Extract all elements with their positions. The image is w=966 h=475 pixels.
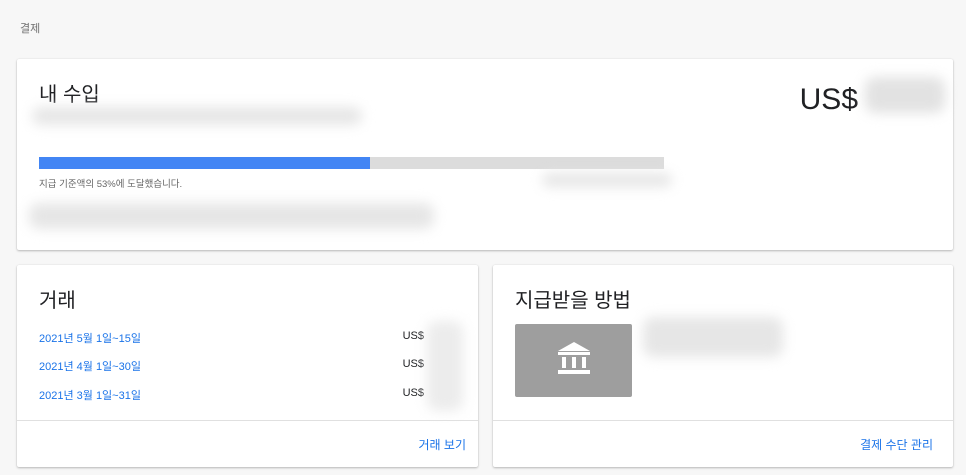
transaction-date-link[interactable]: 2021년 4월 1일~30일: [39, 361, 141, 373]
redacted-note: [29, 203, 434, 229]
transaction-amount: US$: [402, 358, 424, 370]
redacted-amount: [865, 77, 945, 113]
transaction-date-link[interactable]: 2021년 3월 1일~31일: [39, 390, 141, 402]
bank-account-tile: [515, 324, 632, 397]
payment-method-title: 지급받을 방법: [515, 290, 631, 312]
payout-progress-label: 지급 기준액의 53%에 도달했습니다.: [39, 179, 183, 190]
page-title: 결제: [20, 23, 41, 35]
transaction-row[interactable]: 2021년 4월 1일~30일 US$: [39, 358, 424, 374]
payment-method-card: 지급받을 방법 결제 수단 관리: [493, 265, 953, 467]
transactions-title: 거래: [39, 290, 76, 312]
earnings-currency: US$: [799, 83, 858, 116]
earnings-title: 내 수입: [39, 84, 100, 106]
transaction-amount: US$: [402, 387, 424, 399]
earnings-amount: US$: [800, 83, 858, 117]
card-divider: [17, 420, 478, 421]
redacted-subtitle: [32, 107, 362, 125]
card-divider: [493, 420, 953, 421]
manage-payment-methods-link[interactable]: 결제 수단 관리: [860, 436, 933, 453]
bank-icon: [558, 342, 590, 374]
redacted-account-details: [643, 317, 783, 357]
redacted-amounts: [427, 321, 463, 411]
transaction-amount: US$: [402, 330, 424, 342]
transactions-card: 거래 2021년 5월 1일~15일 US$ 2021년 4월 1일~30일 U…: [17, 265, 478, 467]
redacted-threshold: [542, 173, 672, 187]
transaction-row[interactable]: 2021년 3월 1일~31일 US$: [39, 387, 424, 403]
transaction-row[interactable]: 2021년 5월 1일~15일 US$: [39, 330, 424, 346]
view-transactions-link[interactable]: 거래 보기: [419, 436, 467, 453]
payout-progress-fill: [39, 157, 371, 169]
earnings-card: 내 수입 US$ 지급 기준액의 53%에 도달했습니다.: [17, 59, 953, 250]
transaction-date-link[interactable]: 2021년 5월 1일~15일: [39, 333, 141, 345]
payout-progress-bar: [39, 157, 664, 169]
